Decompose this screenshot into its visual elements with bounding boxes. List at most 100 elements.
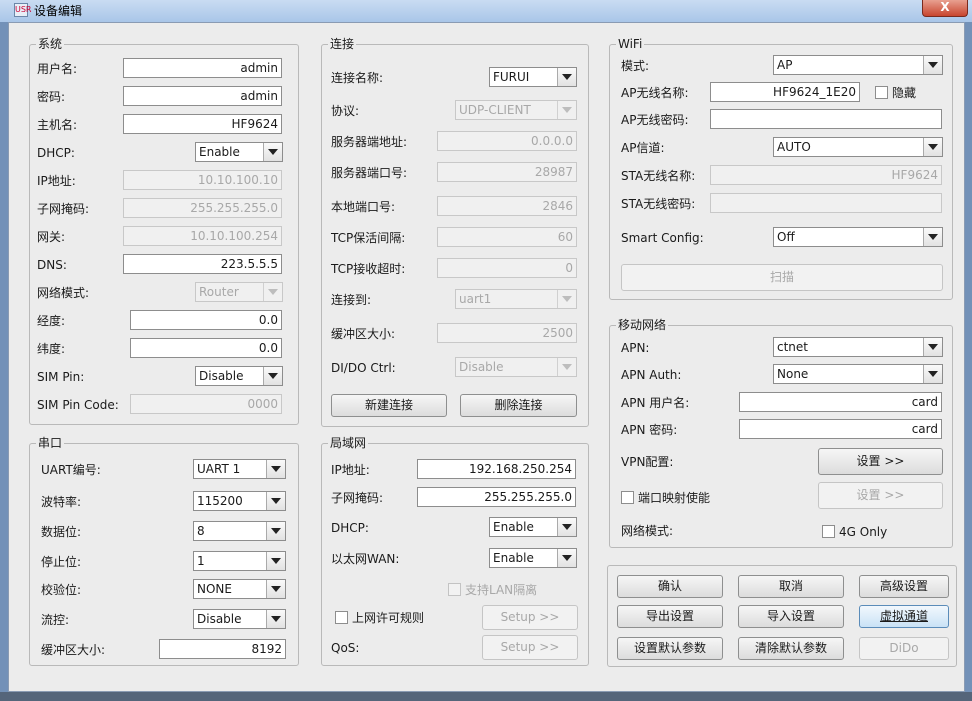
chevron-down-icon[interactable] (923, 56, 942, 74)
chevron-down-icon[interactable] (263, 143, 282, 161)
chevron-down-icon[interactable] (266, 580, 285, 598)
dns-input[interactable]: 223.5.5.5 (123, 254, 282, 274)
apn-password-label: APN 密码: (621, 423, 678, 437)
flow-value: Disable (197, 612, 242, 626)
username-input[interactable]: admin (123, 58, 282, 78)
dido-ctrl-label: DI/DO Ctrl: (331, 361, 396, 375)
window-title: 设备编辑 (34, 4, 83, 18)
server-port-input: 28987 (437, 162, 577, 182)
chevron-down-icon (557, 290, 576, 308)
connect-to-label: 连接到: (331, 293, 372, 307)
ap-password-label: AP无线密码: (621, 113, 689, 127)
databits-select[interactable]: 8 (193, 521, 286, 541)
background-strip-bottom (0, 692, 972, 701)
background-strip-right (965, 22, 972, 701)
protocol-select: UDP-CLIENT (455, 100, 577, 120)
ap-ssid-input[interactable]: HF9624_1E20 (710, 82, 860, 102)
conn-buffer-input: 2500 (437, 323, 577, 343)
conn-buffer-label: 缓冲区大小: (331, 327, 396, 341)
dhcp-label: DHCP: (37, 146, 75, 160)
apn-auth-label: APN Auth: (621, 368, 682, 382)
chevron-down-icon[interactable] (266, 610, 285, 628)
netmode-label: 网络模式: (37, 286, 90, 300)
cancel-button[interactable]: 取消 (738, 575, 844, 598)
dido-button: DiDo (859, 637, 949, 660)
ok-button[interactable]: 确认 (617, 575, 723, 598)
stopbits-select[interactable]: 1 (193, 551, 286, 571)
chevron-down-icon[interactable] (923, 138, 942, 156)
ap-channel-select[interactable]: AUTO (773, 137, 943, 157)
qos-label: QoS: (331, 641, 360, 655)
lan-dhcp-label: DHCP: (331, 521, 369, 535)
baud-select[interactable]: 115200 (193, 491, 286, 511)
lan-mask-input[interactable]: 255.255.255.0 (417, 487, 576, 507)
serial-buffer-label: 缓冲区大小: (41, 643, 106, 657)
latitude-input[interactable]: 0.0 (130, 338, 282, 358)
lan-dhcp-value: Enable (493, 520, 534, 534)
chevron-down-icon[interactable] (266, 522, 285, 540)
serial-buffer-input[interactable]: 8192 (159, 639, 286, 659)
chevron-down-icon[interactable] (923, 228, 942, 246)
advanced-settings-button[interactable]: 高级设置 (859, 575, 949, 598)
apn-auth-select[interactable]: None (773, 364, 943, 384)
wifi-group-title: WiFi (616, 37, 645, 51)
chevron-down-icon (557, 358, 576, 376)
ip-input: 10.10.100.10 (123, 170, 282, 190)
chevron-down-icon[interactable] (557, 549, 576, 567)
server-addr-label: 服务器端地址: (331, 135, 408, 149)
eth-wan-value: Enable (493, 551, 534, 565)
longitude-input[interactable]: 0.0 (130, 310, 282, 330)
lan-ip-input[interactable]: 192.168.250.254 (417, 459, 576, 479)
flow-select[interactable]: Disable (193, 609, 286, 629)
password-label: 密码: (37, 90, 66, 104)
access-rules-checkbox[interactable] (335, 611, 348, 624)
password-input[interactable]: admin (123, 86, 282, 106)
delete-connection-button[interactable]: 删除连接 (460, 394, 577, 417)
gateway-label: 网关: (37, 230, 66, 244)
qos-setup-button: Setup >> (482, 635, 578, 660)
dhcp-select[interactable]: Enable (195, 142, 283, 162)
port-mapping-checkbox[interactable] (621, 491, 634, 504)
apn-password-input[interactable]: card (739, 419, 942, 439)
chevron-down-icon[interactable] (557, 518, 576, 536)
chevron-down-icon[interactable] (266, 460, 285, 478)
import-settings-button[interactable]: 导入设置 (738, 605, 844, 628)
apn-value: ctnet (777, 340, 808, 354)
local-port-input: 2846 (437, 196, 577, 216)
ap-channel-value: AUTO (777, 140, 811, 154)
chevron-down-icon[interactable] (923, 338, 942, 356)
apn-select[interactable]: ctnet (773, 337, 943, 357)
chevron-down-icon[interactable] (263, 367, 282, 385)
chevron-down-icon[interactable] (266, 492, 285, 510)
lan-dhcp-select[interactable]: Enable (489, 517, 577, 537)
virtual-channel-button[interactable]: 虚拟通道 (859, 605, 949, 628)
ap-password-input[interactable] (710, 109, 942, 129)
dido-ctrl-value: Disable (459, 360, 504, 374)
set-default-params-button[interactable]: 设置默认参数 (617, 637, 723, 660)
4g-only-checkbox[interactable] (822, 525, 835, 538)
chevron-down-icon (557, 101, 576, 119)
sta-ssid-input: HF9624 (710, 165, 942, 185)
chevron-down-icon[interactable] (266, 552, 285, 570)
wifi-mode-select[interactable]: AP (773, 55, 943, 75)
close-button[interactable]: X (922, 0, 968, 17)
uart-select[interactable]: UART 1 (193, 459, 286, 479)
new-connection-button[interactable]: 新建连接 (331, 394, 447, 417)
keepalive-label: TCP保活间隔: (331, 231, 406, 245)
latitude-label: 纬度: (37, 342, 66, 356)
dhcp-value: Enable (199, 145, 240, 159)
databits-value: 8 (197, 524, 205, 538)
parity-select[interactable]: NONE (193, 579, 286, 599)
eth-wan-select[interactable]: Enable (489, 548, 577, 568)
hostname-input[interactable]: HF9624 (123, 114, 282, 134)
vpn-settings-button[interactable]: 设置 >> (818, 448, 943, 475)
smart-config-select[interactable]: Off (773, 227, 943, 247)
export-settings-button[interactable]: 导出设置 (617, 605, 723, 628)
conn-name-select[interactable]: FURUI (489, 67, 577, 87)
clear-default-params-button[interactable]: 清除默认参数 (738, 637, 844, 660)
apn-user-input[interactable]: card (739, 392, 942, 412)
sim-pin-select[interactable]: Disable (195, 366, 283, 386)
chevron-down-icon[interactable] (923, 365, 942, 383)
hide-ssid-checkbox[interactable] (875, 86, 888, 99)
chevron-down-icon[interactable] (557, 68, 576, 86)
